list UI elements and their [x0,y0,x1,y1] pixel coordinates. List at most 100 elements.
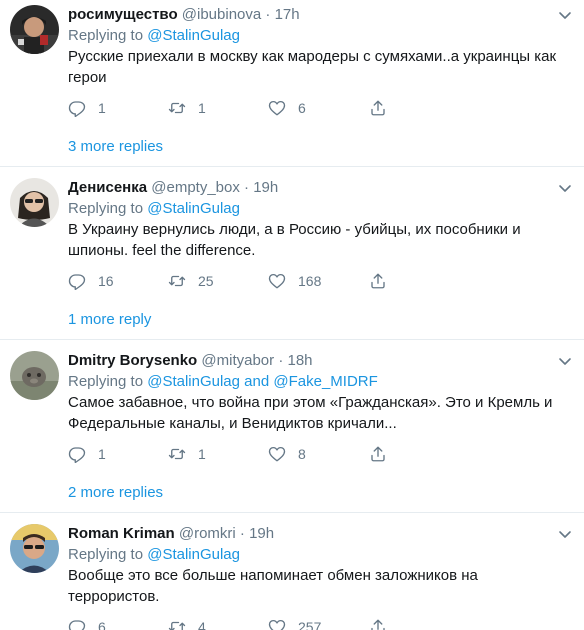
reply-button[interactable]: 6 [68,617,168,630]
like-button[interactable]: 168 [268,271,369,291]
retweet-button[interactable]: 25 [168,271,268,291]
tweet[interactable]: Dmitry Borysenko @mityabor · 18h Replyin… [0,340,584,513]
like-icon [268,273,286,289]
show-more-replies-link[interactable]: 3 more replies [68,118,570,166]
more-options-button[interactable] [558,181,572,195]
chevron-down-icon [559,358,571,365]
tweet-header: Roman Kriman @romkri · 19h [68,524,570,543]
display-name[interactable]: Денисенка [68,179,147,196]
reply-count: 1 [98,100,106,116]
replying-to: Replying to @StalinGulag [68,199,570,218]
show-more-replies-link[interactable]: 1 more reply [68,291,570,339]
user-handle[interactable]: @mityabor [201,352,274,369]
like-button[interactable]: 6 [268,98,369,118]
tweet-actions: 1 1 6 [68,98,570,118]
replying-to: Replying to @StalinGulag [68,26,570,45]
reply-icon [68,620,86,630]
tweet-text: Русские приехали в москву как мародеры с… [68,48,557,86]
tweet-header: Dmitry Borysenko @mityabor · 18h [68,351,570,370]
reply-button[interactable]: 1 [68,444,168,464]
mention-link[interactable]: @StalinGulag [147,27,240,44]
like-count: 168 [298,273,322,289]
avatar[interactable] [10,178,59,227]
mention-link[interactable]: @StalinGulag [147,546,240,563]
reply-feed: росимущество @ibubinova · 17h Replying t… [0,0,584,630]
tweet-header: Денисенка @empty_box · 19h [68,178,570,197]
like-icon [268,446,286,462]
user-handle[interactable]: @ibubinova [182,6,261,23]
retweet-count: 25 [198,273,214,289]
retweet-button[interactable]: 4 [168,617,268,630]
reply-count: 1 [98,446,106,462]
tweet[interactable]: Денисенка @empty_box · 19h Replying to @… [0,167,584,340]
tweet-text: Самое забавное, что война при этом «Граж… [68,394,553,432]
chevron-down-icon [559,12,571,19]
like-icon [268,100,286,116]
avatar[interactable] [10,5,59,54]
like-count: 8 [298,446,306,462]
share-icon [371,619,385,630]
replying-to: Replying to @StalinGulag [68,545,570,564]
separator-dot: · [244,179,250,196]
replying-to: Replying to @StalinGulag and @Fake_MIDRF [68,372,570,391]
retweet-button[interactable]: 1 [168,444,268,464]
avatar[interactable] [10,524,59,573]
show-more-replies-link[interactable]: 2 more replies [68,464,570,512]
reply-count: 16 [98,273,114,289]
separator-dot: · [278,352,284,369]
share-button[interactable] [369,444,387,464]
reply-icon [68,101,86,117]
avatar[interactable] [10,351,59,400]
timestamp[interactable]: 19h [249,525,274,542]
retweet-count: 1 [198,446,206,462]
separator-dot: · [265,6,271,23]
retweet-icon [168,275,186,287]
tweet[interactable]: росимущество @ibubinova · 17h Replying t… [0,0,584,167]
like-icon [268,619,286,630]
chevron-down-icon [559,185,571,192]
reply-button[interactable]: 1 [68,98,168,118]
timestamp[interactable]: 17h [275,6,300,23]
like-count: 257 [298,619,322,630]
share-button[interactable] [369,617,387,630]
display-name[interactable]: росимущество [68,6,178,23]
share-button[interactable] [369,271,387,291]
separator-dot: · [239,525,245,542]
like-count: 6 [298,100,306,116]
reply-icon [68,274,86,290]
tweet-text: В Украину вернулись люди, а в Россию - у… [68,221,521,259]
reply-button[interactable]: 16 [68,271,168,291]
more-options-button[interactable] [558,527,572,541]
more-options-button[interactable] [558,8,572,22]
display-name[interactable]: Dmitry Borysenko [68,352,197,369]
tweet-actions: 1 1 8 [68,444,570,464]
replying-label: Replying to [68,373,144,390]
replying-label: Replying to [68,546,144,563]
reply-count: 6 [98,619,106,630]
tweet[interactable]: Roman Kriman @romkri · 19h Replying to @… [0,513,584,630]
retweet-icon [168,621,186,630]
like-button[interactable]: 8 [268,444,369,464]
timestamp[interactable]: 18h [287,352,312,369]
retweet-icon [168,448,186,460]
replying-label: Replying to [68,27,144,44]
tweet-text: Вообще это все больше напоминает обмен з… [68,567,478,605]
mention-link[interactable]: @Fake_MIDRF [273,373,377,390]
avatar-person-icon [10,524,59,573]
like-button[interactable]: 257 [268,617,369,630]
share-icon [371,100,385,116]
share-icon [371,273,385,289]
retweet-button[interactable]: 1 [168,98,268,118]
retweet-icon [168,102,186,114]
share-button[interactable] [369,98,387,118]
user-handle[interactable]: @empty_box [151,179,240,196]
more-options-button[interactable] [558,354,572,368]
display-name[interactable]: Roman Kriman [68,525,175,542]
user-handle[interactable]: @romkri [179,525,236,542]
avatar-photo-icon [10,351,59,400]
replying-label: Replying to [68,200,144,217]
mention-link[interactable]: @StalinGulag [147,200,240,217]
replying-and[interactable]: and [244,373,269,390]
timestamp[interactable]: 19h [253,179,278,196]
mention-link[interactable]: @StalinGulag [147,373,240,390]
